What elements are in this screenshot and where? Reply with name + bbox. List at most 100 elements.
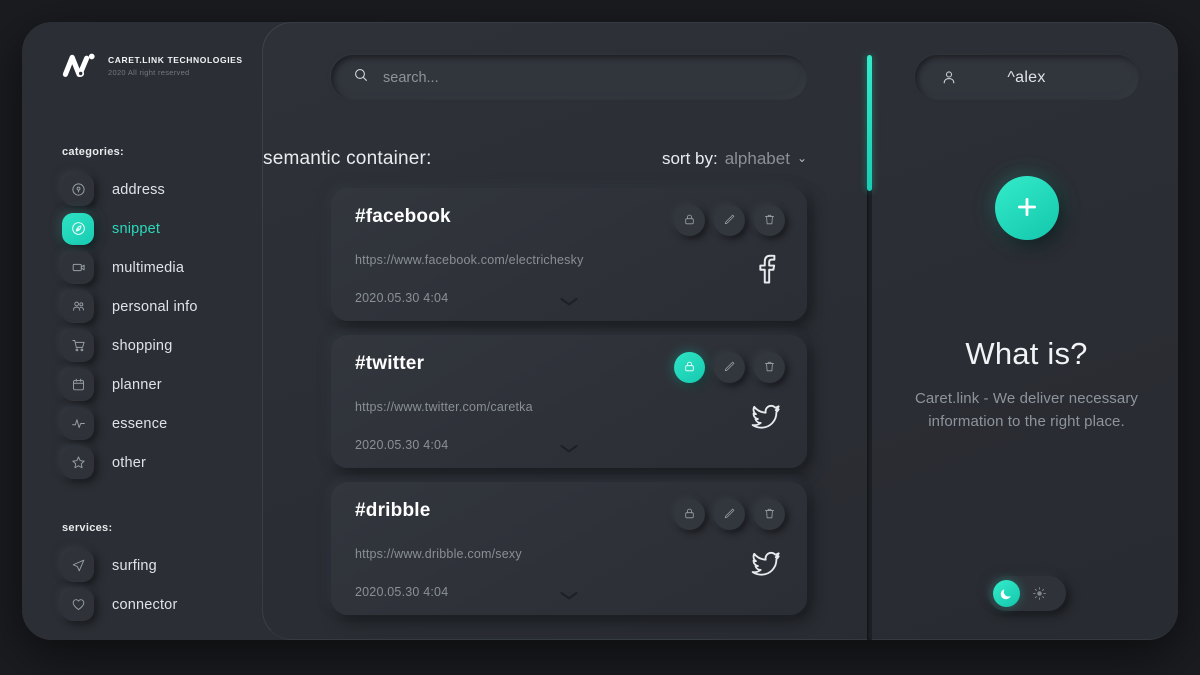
star-icon bbox=[62, 446, 94, 479]
sidebar-item-multimedia[interactable]: multimedia bbox=[22, 248, 262, 287]
chevron-down-icon bbox=[559, 588, 579, 606]
about-title: What is? bbox=[965, 336, 1088, 371]
brand: CARET.LINK TECHNOLOGIES 2020 All right r… bbox=[22, 44, 262, 78]
trash-icon bbox=[763, 360, 776, 376]
theme-toggle[interactable] bbox=[987, 576, 1066, 611]
search-icon bbox=[353, 67, 369, 88]
sidebar-item-other[interactable]: other bbox=[22, 443, 262, 482]
edit-button[interactable] bbox=[714, 352, 745, 383]
card-list: #facebook https://www.facebook.com/elect… bbox=[263, 188, 875, 615]
sidebar-item-connector[interactable]: connector bbox=[22, 585, 262, 624]
sidebar-item-label: shopping bbox=[112, 337, 173, 354]
scrollbar-thumb[interactable] bbox=[867, 55, 872, 191]
sidebar-item-label: other bbox=[112, 454, 147, 471]
about-body: Caret.link - We deliver necessary inform… bbox=[914, 390, 1139, 430]
pencil-icon bbox=[723, 360, 736, 376]
sidebar-item-label: surfing bbox=[112, 557, 157, 574]
card-url: https://www.twitter.com/caretka bbox=[355, 400, 533, 414]
list-item[interactable]: #facebook https://www.facebook.com/elect… bbox=[331, 188, 807, 321]
sidebar-item-label: connector bbox=[112, 596, 178, 613]
sidebar-item-label: essence bbox=[112, 415, 168, 432]
paper-plane-icon bbox=[62, 549, 94, 582]
content-column: semantic container: sort by: alphabet ⌄ … bbox=[263, 23, 875, 640]
calendar-icon bbox=[62, 368, 94, 401]
delete-button[interactable] bbox=[754, 205, 785, 236]
lock-icon bbox=[683, 213, 696, 229]
search-bar[interactable] bbox=[331, 55, 807, 100]
sidebar-item-snippet[interactable]: snippet bbox=[22, 209, 262, 248]
expand-toggle[interactable] bbox=[331, 294, 807, 312]
lock-button[interactable] bbox=[674, 205, 705, 236]
shopping-cart-icon bbox=[62, 329, 94, 362]
sidebar-item-label: planner bbox=[112, 376, 162, 393]
sidebar-item-shopping[interactable]: shopping bbox=[22, 326, 262, 365]
moon-icon bbox=[992, 580, 1020, 607]
sidebar-item-label: address bbox=[112, 181, 165, 198]
sidebar: CARET.LINK TECHNOLOGIES 2020 All right r… bbox=[22, 22, 262, 640]
sidebar-item-personal-info[interactable]: personal info bbox=[22, 287, 262, 326]
search-input[interactable] bbox=[383, 69, 785, 86]
right-panel: ^alex What is? Caret.link - We deliver n… bbox=[875, 23, 1178, 639]
lock-button[interactable] bbox=[674, 352, 705, 383]
expand-toggle[interactable] bbox=[331, 441, 807, 459]
categories-label: categories: bbox=[62, 146, 124, 158]
services-label: services: bbox=[62, 522, 113, 534]
pencil-icon bbox=[723, 213, 736, 229]
chevron-down-icon: ⌄ bbox=[796, 151, 807, 165]
sidebar-item-surfing[interactable]: surfing bbox=[22, 546, 262, 585]
lock-button[interactable] bbox=[674, 499, 705, 530]
scrollbar[interactable] bbox=[867, 55, 872, 640]
list-header: semantic container: sort by: alphabet ⌄ bbox=[263, 100, 875, 170]
plus-icon bbox=[1014, 194, 1040, 223]
main-panel: semantic container: sort by: alphabet ⌄ … bbox=[262, 22, 1178, 640]
sidebar-item-planner[interactable]: planner bbox=[22, 365, 262, 404]
delete-button[interactable] bbox=[754, 499, 785, 530]
chevron-down-icon bbox=[559, 294, 579, 312]
feather-pen-icon bbox=[62, 212, 94, 245]
page-title: semantic container: bbox=[263, 148, 432, 169]
card-url: https://www.dribble.com/sexy bbox=[355, 547, 522, 561]
card-url: https://www.facebook.com/electrichesky bbox=[355, 253, 584, 267]
video-play-icon bbox=[62, 251, 94, 284]
edit-button[interactable] bbox=[714, 499, 745, 530]
lock-icon bbox=[683, 507, 696, 523]
card-actions bbox=[674, 205, 785, 236]
sort-value: alphabet bbox=[724, 149, 790, 168]
list-item[interactable]: #twitter https://www.twitter.com/caretka… bbox=[331, 335, 807, 468]
brand-name: CARET.LINK TECHNOLOGIES bbox=[108, 55, 243, 65]
services-nav: surfing connector bbox=[22, 546, 262, 624]
lock-icon bbox=[683, 360, 696, 376]
chevron-down-icon bbox=[559, 441, 579, 459]
card-actions bbox=[674, 499, 785, 530]
card-actions bbox=[674, 352, 785, 383]
trash-icon bbox=[763, 507, 776, 523]
expand-toggle[interactable] bbox=[331, 588, 807, 606]
heart-icon bbox=[62, 588, 94, 621]
people-icon bbox=[62, 290, 94, 323]
activity-pulse-icon bbox=[62, 407, 94, 440]
sidebar-item-label: multimedia bbox=[112, 259, 185, 276]
brand-subtitle: 2020 All right reserved bbox=[108, 67, 190, 77]
sidebar-item-address[interactable]: address bbox=[22, 170, 262, 209]
trash-icon bbox=[763, 213, 776, 229]
user-icon bbox=[941, 69, 957, 86]
caret-logo-icon bbox=[62, 52, 96, 78]
sun-icon bbox=[1026, 580, 1053, 607]
twitter-icon bbox=[751, 547, 781, 579]
sort-dropdown[interactable]: sort by: alphabet ⌄ bbox=[662, 149, 807, 169]
delete-button[interactable] bbox=[754, 352, 785, 383]
add-button[interactable] bbox=[994, 176, 1059, 240]
facebook-icon bbox=[751, 253, 781, 285]
location-pin-icon bbox=[62, 173, 94, 206]
sort-label: sort by: bbox=[661, 149, 718, 168]
sidebar-item-essence[interactable]: essence bbox=[22, 404, 262, 443]
pencil-icon bbox=[723, 507, 736, 523]
twitter-icon bbox=[751, 400, 781, 432]
sidebar-item-label: snippet bbox=[112, 220, 161, 237]
app-window: CARET.LINK TECHNOLOGIES 2020 All right r… bbox=[22, 22, 1178, 640]
categories-nav: address snippet multimedia personal info… bbox=[22, 170, 262, 482]
user-menu[interactable]: ^alex bbox=[914, 55, 1139, 100]
edit-button[interactable] bbox=[714, 205, 745, 236]
list-item[interactable]: #dribble https://www.dribble.com/sexy 20… bbox=[331, 482, 807, 615]
sidebar-item-label: personal info bbox=[112, 298, 198, 315]
